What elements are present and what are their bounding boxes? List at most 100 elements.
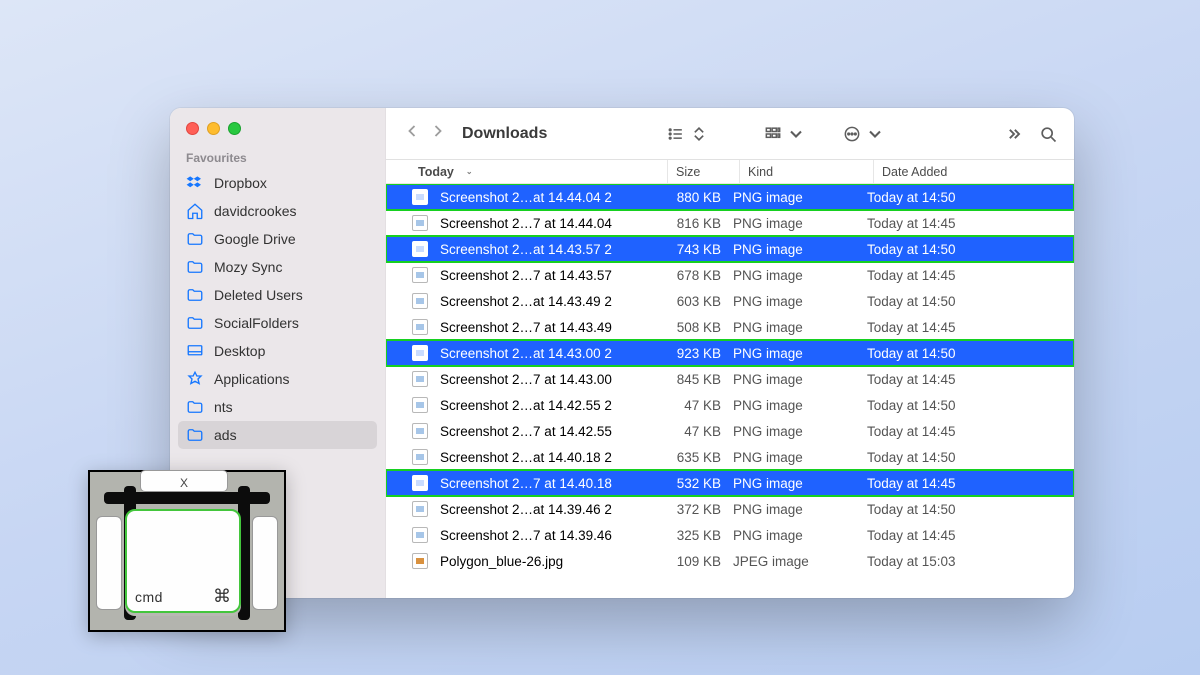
file-row[interactable]: Screenshot 2…7 at 14.39.46325 KBPNG imag… xyxy=(386,522,1074,548)
file-name: Screenshot 2…at 14.43.49 2 xyxy=(440,294,612,309)
folder-icon xyxy=(186,202,204,220)
file-date: Today at 15:03 xyxy=(867,554,1027,569)
group-by-button[interactable] xyxy=(763,124,806,144)
column-date-added[interactable]: Date Added xyxy=(873,160,1033,183)
file-kind: PNG image xyxy=(733,476,867,491)
file-icon xyxy=(412,319,428,335)
file-list: Screenshot 2…at 14.44.04 2880 KBPNG imag… xyxy=(386,184,1074,574)
column-name[interactable]: Today⌄ xyxy=(412,160,667,183)
column-size[interactable]: Size xyxy=(667,160,739,183)
column-kind[interactable]: Kind xyxy=(739,160,873,183)
file-icon xyxy=(412,475,428,491)
sidebar-item-label: ads xyxy=(214,427,237,443)
file-icon xyxy=(412,423,428,439)
file-size: 372 KB xyxy=(667,502,733,517)
file-row[interactable]: Polygon_blue-26.jpg109 KBJPEG imageToday… xyxy=(386,548,1074,574)
file-size: 603 KB xyxy=(667,294,733,309)
sidebar-item-mozy-sync[interactable]: Mozy Sync xyxy=(170,253,385,281)
file-row[interactable]: Screenshot 2…7 at 14.43.00 845 KBPNG imag… xyxy=(386,366,1074,392)
file-date: Today at 14:50 xyxy=(867,190,1027,205)
file-row[interactable]: Screenshot 2…at 14.40.18 2 635 KBPNG imag… xyxy=(386,444,1074,470)
file-size: 635 KB xyxy=(667,450,733,465)
file-kind: PNG image xyxy=(733,268,867,283)
file-row[interactable]: Screenshot 2…at 14.43.49 2603 KBPNG imag… xyxy=(386,288,1074,314)
main-pane: Downloads Today⌄ Size xyxy=(386,108,1074,598)
sidebar-item-label: Mozy Sync xyxy=(214,259,282,275)
file-date: Today at 14:50 xyxy=(867,502,1027,517)
file-date: Today at 14:45 xyxy=(867,320,1027,335)
file-size: 109 KB xyxy=(667,554,733,569)
action-menu[interactable] xyxy=(842,124,885,144)
file-row[interactable]: Screenshot 2…7 at 14.42.5547 KBPNG image… xyxy=(386,418,1074,444)
file-row[interactable]: Screenshot 2…at 14.44.04 2880 KBPNG imag… xyxy=(386,184,1074,210)
file-name: Screenshot 2…7 at 14.43.49 xyxy=(440,320,612,335)
column-headers: Today⌄ Size Kind Date Added xyxy=(386,160,1074,184)
file-name: Screenshot 2…at 14.40.18 2 xyxy=(440,450,612,465)
sidebar-item-socialfolders[interactable]: SocialFolders xyxy=(170,309,385,337)
sidebar-heading: Favourites xyxy=(170,151,385,169)
file-name: Screenshot 2…7 at 14.43.00 xyxy=(440,372,612,387)
file-size: 325 KB xyxy=(667,528,733,543)
file-icon xyxy=(412,241,428,257)
folder-icon xyxy=(186,314,204,332)
file-row[interactable]: Screenshot 2…7 at 14.40.18532 KBPNG imag… xyxy=(386,470,1074,496)
sidebar-item-label: nts xyxy=(214,399,233,415)
file-name: Screenshot 2…at 14.42.55 2 xyxy=(440,398,612,413)
file-date: Today at 14:45 xyxy=(867,424,1027,439)
file-row[interactable]: Screenshot 2…at 14.42.55 247 KBPNG image… xyxy=(386,392,1074,418)
sidebar-item-google-drive[interactable]: Google Drive xyxy=(170,225,385,253)
file-row[interactable]: Screenshot 2…7 at 14.43.49508 KBPNG imag… xyxy=(386,314,1074,340)
file-name: Polygon_blue-26.jpg xyxy=(440,554,563,569)
folder-icon xyxy=(186,342,204,360)
file-name: Screenshot 2…at 14.39.46 2 xyxy=(440,502,612,517)
file-row[interactable]: Screenshot 2…at 14.39.46 2372 KBPNG imag… xyxy=(386,496,1074,522)
key-above: X xyxy=(140,470,228,492)
file-icon xyxy=(412,553,428,569)
file-name: Screenshot 2…7 at 14.43.57 xyxy=(440,268,612,283)
file-size: 880 KB xyxy=(667,190,733,205)
file-name: Screenshot 2…7 at 14.40.18 xyxy=(440,476,612,491)
folder-icon xyxy=(186,258,204,276)
file-size: 678 KB xyxy=(667,268,733,283)
view-list-toggle[interactable] xyxy=(666,124,709,144)
file-icon xyxy=(412,267,428,283)
file-row[interactable]: Screenshot 2…at 14.43.00 2923 KBPNG imag… xyxy=(386,340,1074,366)
sidebar-item-desktop[interactable]: Desktop xyxy=(170,337,385,365)
file-date: Today at 14:50 xyxy=(867,346,1027,361)
sidebar-item-dropbox[interactable]: Dropbox xyxy=(170,169,385,197)
key-right-partial xyxy=(252,516,278,610)
sidebar-item-deleted-users[interactable]: Deleted Users xyxy=(170,281,385,309)
fullscreen-button[interactable] xyxy=(228,122,241,135)
file-row[interactable]: Screenshot 2…at 14.43.57 2743 KBPNG imag… xyxy=(386,236,1074,262)
command-icon: ⌘ xyxy=(213,586,231,607)
file-icon xyxy=(412,527,428,543)
sidebar-item-applications[interactable]: Applications xyxy=(170,365,385,393)
overflow-button[interactable] xyxy=(1004,124,1024,144)
file-row[interactable]: Screenshot 2…7 at 14.43.57 678 KBPNG imag… xyxy=(386,262,1074,288)
sidebar-item-label: Dropbox xyxy=(214,175,267,191)
file-kind: PNG image xyxy=(733,372,867,387)
file-icon xyxy=(412,215,428,231)
file-date: Today at 14:45 xyxy=(867,268,1027,283)
sidebar-item-nts[interactable]: nts xyxy=(170,393,385,421)
forward-button[interactable] xyxy=(428,121,448,146)
sidebar-item-davidcrookes[interactable]: davidcrookes xyxy=(170,197,385,225)
file-date: Today at 14:50 xyxy=(867,450,1027,465)
back-button[interactable] xyxy=(402,121,422,146)
file-size: 845 KB xyxy=(667,372,733,387)
sidebar-item-ads[interactable]: ads xyxy=(178,421,377,449)
file-icon xyxy=(412,189,428,205)
file-kind: PNG image xyxy=(733,450,867,465)
close-button[interactable] xyxy=(186,122,199,135)
folder-icon xyxy=(186,286,204,304)
file-name: Screenshot 2…at 14.43.00 2 xyxy=(440,346,612,361)
file-row[interactable]: Screenshot 2…7 at 14.44.04816 KBPNG imag… xyxy=(386,210,1074,236)
search-button[interactable] xyxy=(1038,124,1058,144)
file-name: Screenshot 2…7 at 14.44.04 xyxy=(440,216,612,231)
minimize-button[interactable] xyxy=(207,122,220,135)
file-date: Today at 14:50 xyxy=(867,242,1027,257)
folder-icon xyxy=(186,398,204,416)
sidebar-item-label: Desktop xyxy=(214,343,265,359)
folder-icon xyxy=(186,370,204,388)
file-date: Today at 14:45 xyxy=(867,216,1027,231)
